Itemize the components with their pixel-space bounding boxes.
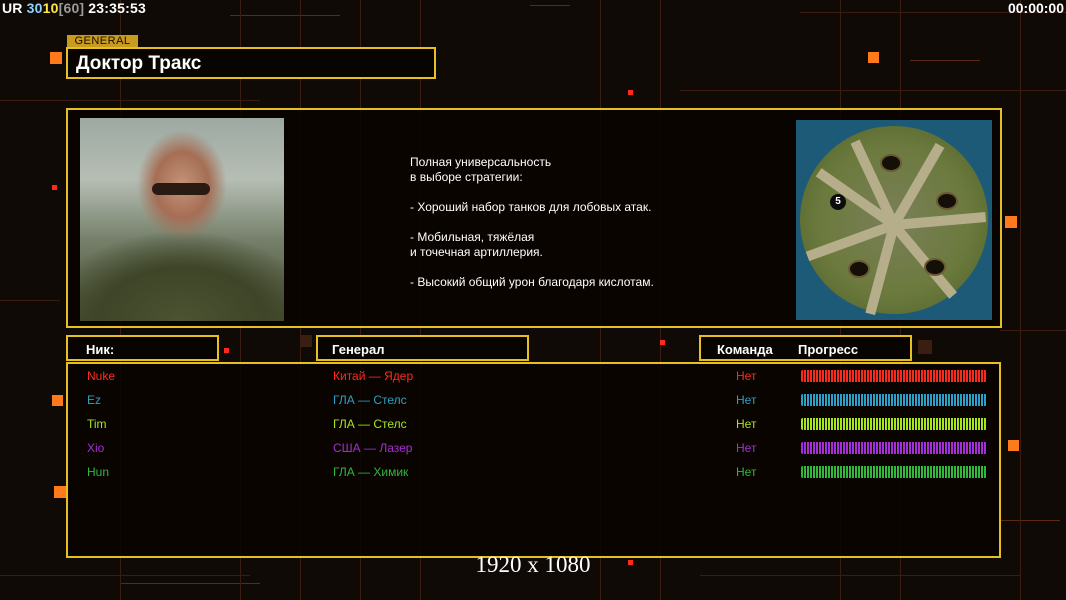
player-row[interactable]: Nuke Китай — Ядер Нет: [68, 366, 999, 386]
general-name: Доктор Тракс: [76, 53, 202, 74]
player-nick: Xio: [87, 441, 105, 455]
player-nick: Ez: [87, 393, 102, 407]
general-description: Полная универсальность в выборе стратеги…: [410, 155, 654, 289]
player-row[interactable]: Hun ГЛА — Химик Нет: [68, 462, 999, 482]
player-nick: Tim: [87, 417, 107, 431]
header-general: Генерал: [316, 335, 529, 361]
player-team[interactable]: Нет: [736, 369, 756, 383]
header-team-progress: Команда Прогресс: [699, 335, 912, 361]
hud-stat: [60]: [58, 0, 85, 16]
hud-stats: UR 3010[60] 23:35:53: [2, 0, 146, 16]
player-row[interactable]: Ez ГЛА — Стелс Нет: [68, 390, 999, 410]
player-general[interactable]: ГЛА — Стелс: [333, 393, 407, 407]
player-general[interactable]: ГЛА — Стелс: [333, 417, 407, 431]
header-nick-label: Ник:: [86, 342, 115, 357]
header-general-label: Генерал: [332, 342, 385, 357]
header-team-label: Команда: [717, 342, 773, 357]
general-tag: GENERAL: [67, 35, 138, 47]
map-preview[interactable]: 5: [796, 120, 992, 320]
resolution-label: 1920 x 1080: [475, 552, 591, 577]
player-team[interactable]: Нет: [736, 465, 756, 479]
player-start-marker: 5: [830, 194, 846, 210]
player-row[interactable]: Xio США — Лазер Нет: [68, 438, 999, 458]
hud-stat: UR: [2, 0, 23, 16]
player-progress-bar: [801, 370, 987, 382]
hud-timer: 00:00:00: [1007, 0, 1064, 16]
player-team[interactable]: Нет: [736, 441, 756, 455]
player-progress-bar: [801, 466, 987, 478]
hud-stat: 30: [26, 0, 43, 16]
hud-stat: 23:35:53: [88, 0, 146, 16]
player-team[interactable]: Нет: [736, 393, 756, 407]
player-team[interactable]: Нет: [736, 417, 756, 431]
header-nick: Ник:: [66, 335, 219, 361]
hud-stat: 10: [42, 0, 59, 16]
general-portrait: [80, 118, 284, 321]
general-name-frame: Доктор Тракс: [66, 47, 436, 79]
player-general[interactable]: ГЛА — Химик: [333, 465, 408, 479]
player-row[interactable]: Tim ГЛА — Стелс Нет: [68, 414, 999, 434]
player-general[interactable]: Китай — Ядер: [333, 369, 413, 383]
player-progress-bar: [801, 442, 987, 454]
player-nick: Nuke: [87, 369, 116, 383]
header-progress-label: Прогресс: [798, 342, 859, 357]
general-info-panel: Полная универсальность в выборе стратеги…: [66, 108, 1002, 328]
player-nick: Hun: [87, 465, 110, 479]
player-progress-bar: [801, 418, 987, 430]
player-progress-bar: [801, 394, 987, 406]
player-general[interactable]: США — Лазер: [333, 441, 412, 455]
players-table: Nuke Китай — Ядер Нет Ez ГЛА — Стелс Нет Tim ГЛ…: [66, 362, 1001, 558]
